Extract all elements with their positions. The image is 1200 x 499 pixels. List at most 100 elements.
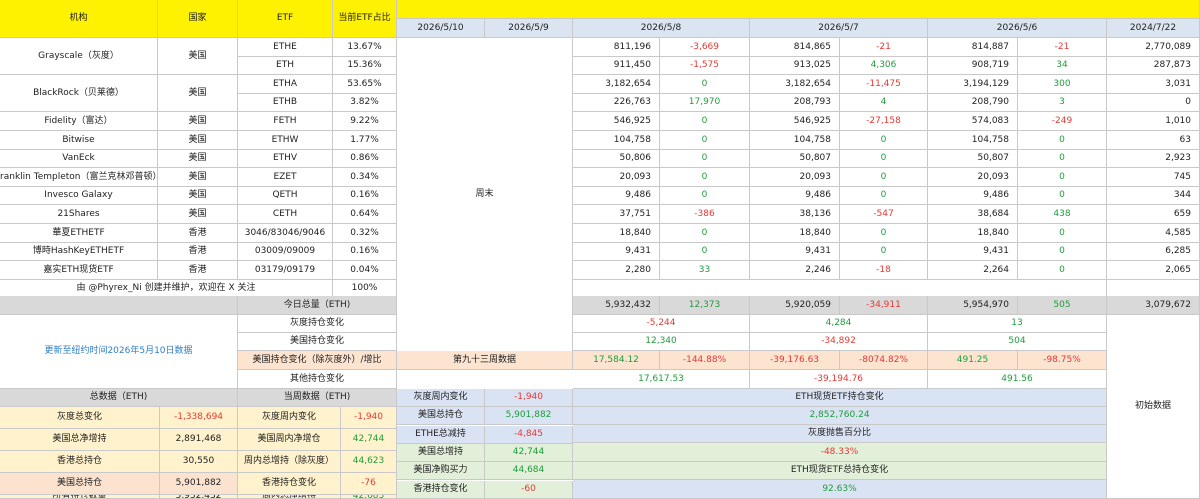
week-summary-value: -1,940 [341, 407, 397, 429]
etf-share: 0.34% [333, 168, 397, 187]
other-change-value: -39,194.76 [750, 370, 928, 389]
initial-data-label: 初始数据 [1107, 315, 1200, 499]
etf-share: 0.32% [333, 224, 397, 243]
country: 香港 [158, 261, 238, 280]
etf-share: 0.64% [333, 205, 397, 224]
country: 美国 [158, 168, 238, 187]
initial-value: 287,873 [1107, 57, 1200, 75]
institution-name: Invesco Galaxy [0, 187, 158, 205]
etf-ticker: ETHE [238, 38, 333, 57]
holding-change: 0 [1018, 243, 1107, 261]
summary-right-value: -60 [485, 481, 573, 499]
holding-value: 208,793 [750, 94, 840, 112]
holding-value: 104,758 [928, 131, 1018, 150]
summary-value: 5,901,882 [160, 473, 238, 495]
etf-share: 0.04% [333, 261, 397, 280]
holding-change: 0 [660, 187, 750, 205]
summary-value: -1,338,694 [160, 407, 238, 429]
holding-value: 574,083 [928, 112, 1018, 131]
summary-week-header: 当周数据（ETH) [238, 389, 397, 407]
holding-value: 9,431 [573, 243, 660, 261]
grayscale-selloff-value: -48.33% [573, 443, 1107, 462]
date-2026-5-10: 2026/5/10 [397, 19, 485, 38]
initial-value: 6,285 [1107, 243, 1200, 261]
summary-right-label: 美国总增持 [397, 444, 485, 462]
summary-right-label: 香港持仓变化 [397, 481, 485, 499]
etf-share: 3.82% [333, 94, 397, 112]
holding-change: 0 [660, 131, 750, 150]
week-summary-value: 42,683 [341, 495, 397, 499]
holding-change: 0 [1018, 168, 1107, 187]
holding-change: 0 [840, 224, 928, 243]
holding-value: 9,431 [928, 243, 1018, 261]
holding-value: 2,280 [573, 261, 660, 280]
holding-value: 3,194,129 [928, 75, 1018, 94]
etf-ticker: ETHV [238, 150, 333, 168]
holding-value: 18,840 [573, 224, 660, 243]
date-2026-5-8: 2026/5/8 [573, 19, 750, 38]
holding-change: 0 [660, 168, 750, 187]
summary-right-label: 美国净购买力 [397, 462, 485, 480]
holding-change: -3,669 [660, 38, 750, 57]
holding-value: 2,264 [928, 261, 1018, 280]
header-banner [397, 0, 1200, 19]
holding-change: 0 [840, 131, 928, 150]
holding-value: 811,196 [573, 38, 660, 57]
week-summary-label: 美国周内净增仓 [238, 429, 341, 451]
etf-share: 9.22% [333, 112, 397, 131]
holding-change: -1,575 [660, 57, 750, 75]
institution-name: 博時HashKeyETHETF [0, 243, 158, 261]
week-summary-label: 灰度周内变化 [238, 407, 341, 429]
holding-change: 438 [1018, 205, 1107, 224]
etf-ticker: ETHW [238, 131, 333, 150]
etf-share: 15.36% [333, 57, 397, 75]
header-share: 当前ETF占比 [333, 0, 397, 38]
country: 美国 [158, 112, 238, 131]
holding-change: 0 [840, 187, 928, 205]
holding-change: -386 [660, 205, 750, 224]
holding-value: 208,790 [928, 94, 1018, 112]
initial-value: 659 [1107, 205, 1200, 224]
week-number: 第九十三周数据 [397, 351, 573, 370]
initial-value: 63 [1107, 131, 1200, 150]
summary-label: 所有持仓数量 [0, 495, 160, 499]
grayscale-selloff-label: 灰度抛售百分比 [573, 425, 1107, 443]
holding-change: 0 [1018, 261, 1107, 280]
update-note: 更新至纽约时间2026年5月10日数据 [0, 315, 238, 389]
holding-value: 913,025 [750, 57, 840, 75]
institution-name: Fidelity（富达） [0, 112, 158, 131]
total-initial: 3,079,672 [1107, 296, 1200, 315]
holding-value: 546,925 [750, 112, 840, 131]
holding-value: 38,136 [750, 205, 840, 224]
spot-etf-total-change-value: 92.63% [573, 480, 1107, 499]
holding-value: 911,450 [573, 57, 660, 75]
etf-share: 0.16% [333, 187, 397, 205]
holding-value: 908,719 [928, 57, 1018, 75]
week-summary-label: 周内总增持（除灰度） [238, 451, 341, 473]
etf-share: 0.86% [333, 150, 397, 168]
etf-ticker: 03009/09009 [238, 243, 333, 261]
summary-right-value: -4,845 [485, 426, 573, 444]
holding-value: 3,182,654 [573, 75, 660, 94]
institution-name: 嘉实ETH现货ETF [0, 261, 158, 280]
holding-value: 9,486 [750, 187, 840, 205]
date-2026-5-6: 2026/5/6 [928, 19, 1107, 38]
holding-value: 9,486 [928, 187, 1018, 205]
etf-share: 53.65% [333, 75, 397, 94]
holding-change: 0 [1018, 187, 1107, 205]
holding-change: 0 [840, 243, 928, 261]
initial-value: 2,770,089 [1107, 38, 1200, 57]
us-ex-gray-value: 491.25 [928, 351, 1018, 370]
us-change-value: 12,340 [573, 333, 750, 351]
spot-etf-total-change-label: ETH现货ETF总持仓变化 [573, 462, 1107, 480]
grayscale-change-value: 4,284 [750, 315, 928, 333]
week-summary-value: 44,623 [341, 451, 397, 473]
initial-value: 745 [1107, 168, 1200, 187]
us-ex-gray-label: 美国持仓变化（除灰度外）/增比 [238, 351, 397, 370]
holding-value: 50,807 [750, 150, 840, 168]
holding-change: 0 [660, 150, 750, 168]
blank [0, 296, 238, 315]
institution-name: Franklin Templeton（富兰克林邓普顿） [0, 168, 158, 187]
summary-label: 美国总净增持 [0, 429, 160, 451]
other-change-label: 其他持仓变化 [238, 370, 397, 389]
